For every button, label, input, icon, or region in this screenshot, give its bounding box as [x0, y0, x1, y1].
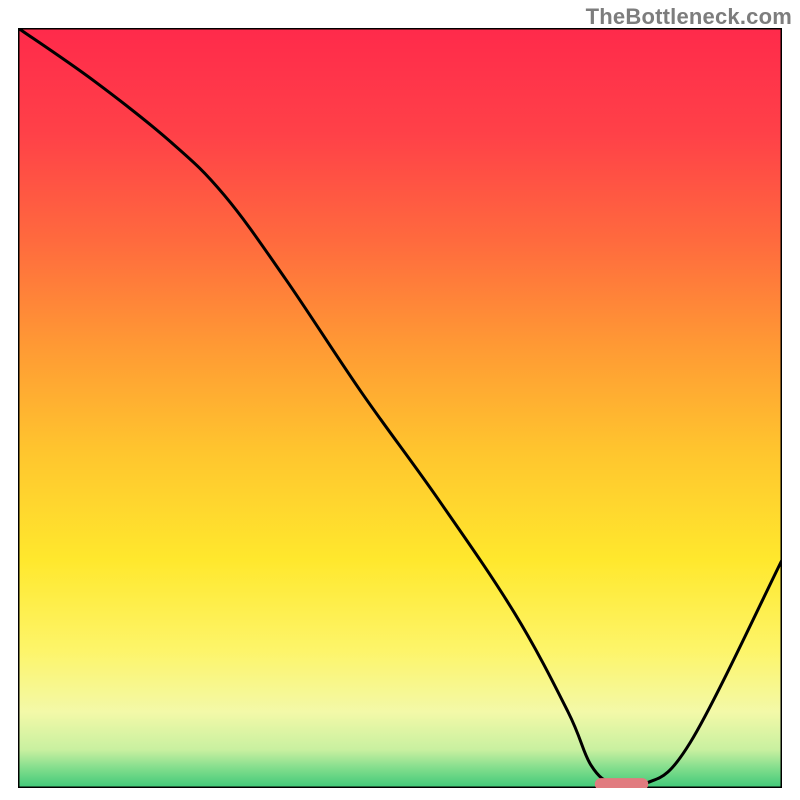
watermark-text: TheBottleneck.com — [586, 4, 792, 30]
gradient-background — [18, 28, 782, 788]
plot-area — [18, 28, 782, 788]
chart-stage: TheBottleneck.com — [0, 0, 800, 800]
bottleneck-chart — [18, 28, 782, 788]
optimal-marker — [595, 778, 648, 788]
